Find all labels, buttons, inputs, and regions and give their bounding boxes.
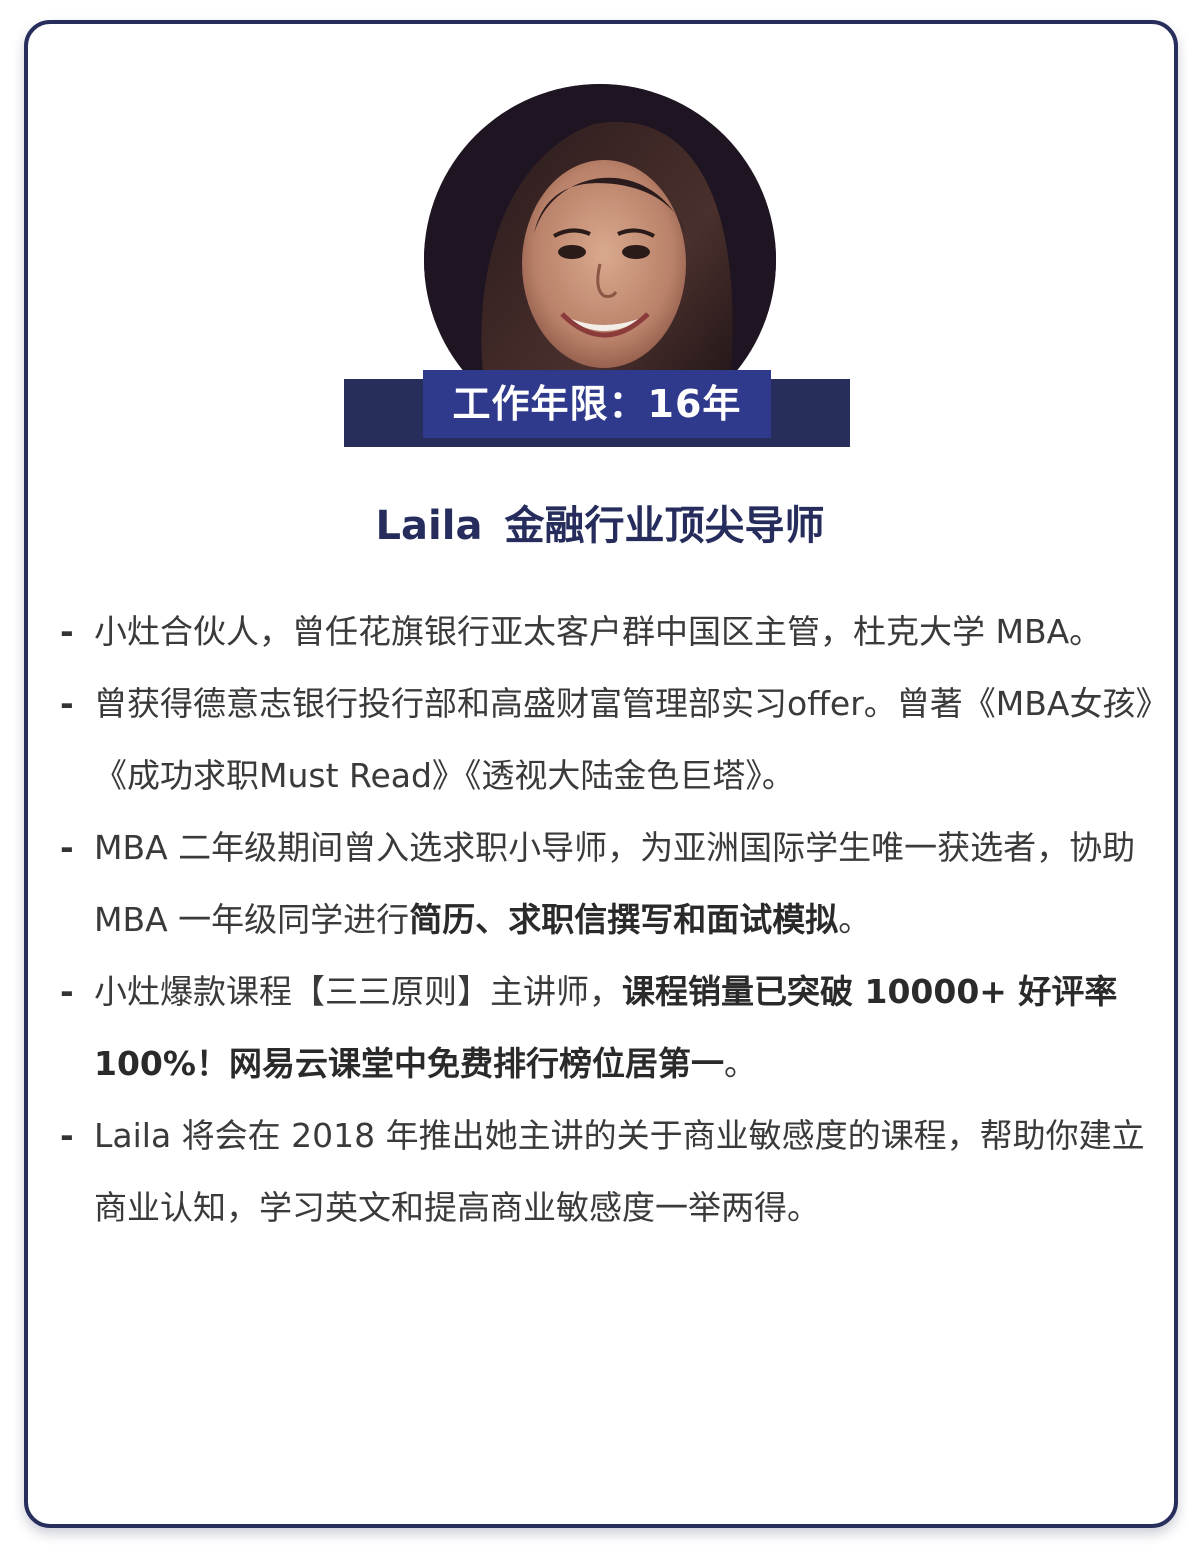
bio-item: - Laila 将会在 2018 年推出她主讲的关于商业敏感度的课程，帮助你建立…: [60, 1100, 1160, 1244]
bullet-dash: -: [60, 1116, 74, 1155]
bio-text: 小灶合伙人，曾任花旗银行亚太客户群中国区主管，杜克大学 MBA。: [94, 612, 1103, 651]
bio-text-bold: 简历、求职信撰写和面试模拟: [409, 900, 839, 939]
mentor-name: Laila: [375, 503, 483, 549]
bio-text: 小灶爆款课程【三三原则】主讲师，: [94, 972, 622, 1011]
bullet-dash: -: [60, 684, 74, 723]
bio-text: 。: [723, 1044, 757, 1083]
bio-list: - 小灶合伙人，曾任花旗银行亚太客户群中国区主管，杜克大学 MBA。 - 曾获得…: [60, 596, 1160, 1244]
bullet-dash: -: [60, 828, 74, 867]
experience-badge: 工作年限：16年: [423, 370, 771, 438]
bio-item: - 小灶爆款课程【三三原则】主讲师，课程销量已突破 10000+ 好评率 100…: [60, 956, 1160, 1100]
bio-item: - MBA 二年级期间曾入选求职小导师，为亚洲国际学生唯一获选者，协助 MBA …: [60, 812, 1160, 956]
mentor-title: Laila 金融行业顶尖导师: [0, 498, 1200, 554]
mentor-role: 金融行业顶尖导师: [504, 503, 825, 549]
bio-item: - 小灶合伙人，曾任花旗银行亚太客户群中国区主管，杜克大学 MBA。: [60, 596, 1160, 668]
bullet-dash: -: [60, 612, 74, 651]
bio-text: 曾获得德意志银行投行部和高盛财富管理部实习offer。曾著《MBA女孩》《成功求…: [94, 684, 1152, 795]
bio-text: 。: [838, 900, 872, 939]
bio-item: - 曾获得德意志银行投行部和高盛财富管理部实习offer。曾著《MBA女孩》《成…: [60, 668, 1160, 812]
bio-text: Laila 将会在 2018 年推出她主讲的关于商业敏感度的课程，帮助你建立商业…: [94, 1116, 1145, 1227]
bullet-dash: -: [60, 972, 74, 1011]
